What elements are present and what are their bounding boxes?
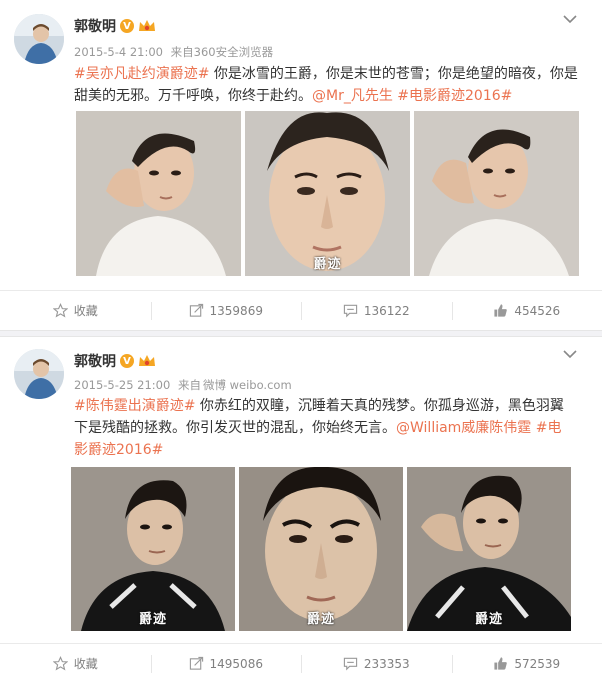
comment-icon: [343, 657, 357, 671]
photo-watermark: 爵迹: [306, 612, 336, 627]
photo-watermark: 爵迹: [313, 257, 342, 272]
like-button[interactable]: 572539: [451, 644, 602, 683]
crown-icon: [139, 20, 155, 31]
source-prefix: 来自: [170, 45, 194, 59]
favorite-button[interactable]: 收藏: [0, 291, 151, 330]
repost-icon: [189, 656, 203, 670]
post-meta: 2015-5-25 21:00 来自 微博 weibo.com: [74, 377, 292, 393]
post-source: 360安全浏览器: [193, 45, 274, 59]
post-time[interactable]: 2015-5-25 21:00: [74, 378, 170, 392]
post-photo[interactable]: [414, 111, 579, 276]
like-count: 454526: [514, 303, 561, 318]
hashtag-link[interactable]: #陈伟霆出演爵迹#: [74, 398, 195, 414]
favorite-button[interactable]: 收藏: [0, 644, 151, 683]
post-source: 微博 weibo.com: [202, 378, 292, 392]
repost-button[interactable]: 1495086: [150, 644, 302, 683]
post-divider: [0, 330, 602, 337]
post-text: #吴亦凡赴约演爵迹# 你是冰雪的王爵，你是末世的苍雪；你是绝望的暗夜，你是甜美的…: [74, 63, 580, 107]
repost-count: 1359869: [209, 303, 263, 318]
verified-icon: V: [120, 19, 134, 33]
avatar[interactable]: [14, 14, 64, 64]
photo-watermark: 爵迹: [474, 612, 504, 627]
comment-button[interactable]: 233353: [301, 644, 452, 683]
verified-icon: V: [120, 354, 134, 368]
favorite-label: 收藏: [73, 304, 98, 318]
repost-icon: [189, 303, 203, 317]
crown-icon: [139, 355, 155, 366]
like-count: 572539: [514, 656, 561, 671]
thumbs-up-icon: [494, 657, 508, 670]
avatar[interactable]: [14, 349, 64, 399]
chevron-down-icon[interactable]: [562, 349, 578, 359]
author-row: 郭敬明 V: [74, 16, 156, 36]
source-prefix: 来自: [177, 378, 201, 392]
mention-link[interactable]: @William威廉陈伟霆: [396, 420, 531, 436]
repost-button[interactable]: 1359869: [150, 291, 302, 330]
weibo-post: 郭敬明 V 2015-5-4 21:00 来自360安全浏览器 #吴亦凡赴约演爵…: [0, 0, 602, 330]
star-icon: [52, 656, 68, 671]
author-row: 郭敬明 V: [74, 351, 156, 371]
star-icon: [52, 303, 68, 318]
thumbs-up-icon: [494, 304, 508, 317]
post-text: #陈伟霆出演爵迹# 你赤红的双瞳，沉睡着天真的残梦。你孤身巡游，黑色羽翼下是残酷…: [74, 395, 572, 461]
like-button[interactable]: 454526: [451, 291, 602, 330]
photo-grid: 爵迹: [76, 111, 579, 276]
chevron-down-icon[interactable]: [562, 14, 578, 24]
hashtag-link[interactable]: #电影爵迹2016#: [397, 88, 512, 104]
post-photo[interactable]: 爵迹: [245, 111, 410, 276]
comment-icon: [343, 304, 357, 318]
action-bar: 收藏 1359869 136122 454526: [0, 290, 602, 330]
author-name[interactable]: 郭敬明: [74, 351, 116, 371]
favorite-label: 收藏: [73, 657, 98, 671]
photo-grid: 爵迹 爵迹 爵迹: [71, 467, 571, 631]
mention-link[interactable]: @Mr_凡先生: [312, 88, 393, 104]
post-photo[interactable]: [76, 111, 241, 276]
post-photo[interactable]: 爵迹: [71, 467, 235, 631]
comment-button[interactable]: 136122: [301, 291, 452, 330]
action-bar: 收藏 1495086 233353 572539: [0, 643, 602, 683]
post-meta: 2015-5-4 21:00 来自360安全浏览器: [74, 44, 273, 60]
hashtag-link[interactable]: #吴亦凡赴约演爵迹#: [74, 66, 209, 82]
post-photo[interactable]: 爵迹: [407, 467, 571, 631]
comment-count: 136122: [363, 303, 410, 318]
author-name[interactable]: 郭敬明: [74, 16, 116, 36]
photo-watermark: 爵迹: [138, 612, 168, 627]
comment-count: 233353: [363, 656, 410, 671]
post-time[interactable]: 2015-5-4 21:00: [74, 45, 163, 59]
weibo-post: 郭敬明 V 2015-5-25 21:00 来自 微博 weibo.com #陈伟…: [0, 337, 602, 690]
repost-count: 1495086: [209, 656, 263, 671]
post-photo[interactable]: 爵迹: [239, 467, 403, 631]
